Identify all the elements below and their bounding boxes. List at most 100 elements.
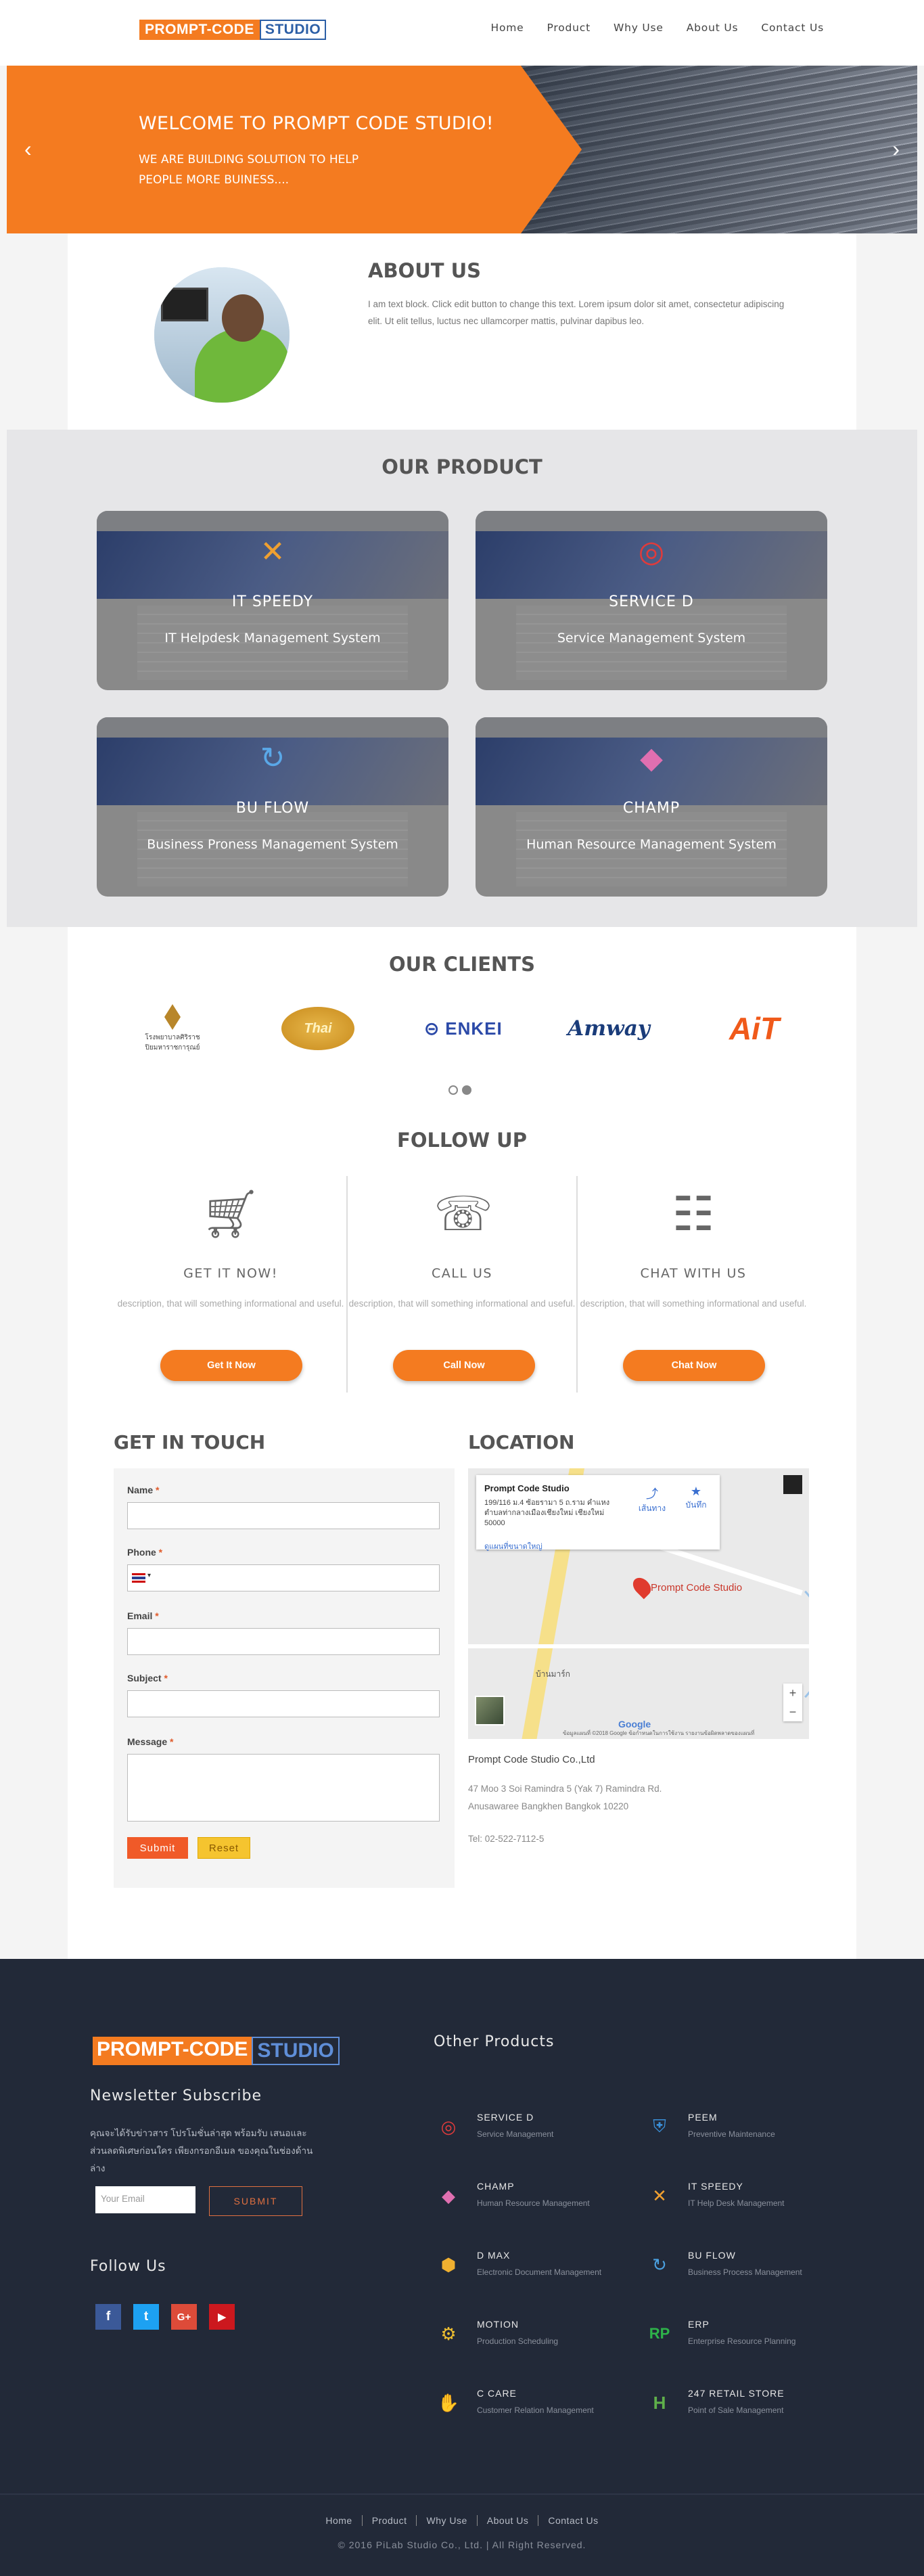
refresh-icon: ↻ <box>652 2254 667 2275</box>
footer-link-about-us[interactable]: About Us <box>478 2515 539 2526</box>
address-line-2: Anusawaree Bangkhen Bangkok 10220 <box>468 1801 629 1811</box>
other-product-bu-flow[interactable]: ↻ BU FLOW Business Process Management <box>645 2247 848 2288</box>
client-logo-enkei[interactable]: ⊝ ENKEI <box>413 1001 514 1056</box>
footer-menu: Home Product Why Use About Us Contact Us <box>0 2515 924 2526</box>
cubes-icon: ◆ <box>442 2185 455 2206</box>
client-logo-amway[interactable]: Amway <box>558 1001 660 1056</box>
refresh-icon: ↻ <box>260 741 285 775</box>
call-now-button[interactable]: Call Now <box>393 1350 535 1381</box>
chat-now-button[interactable]: Chat Now <box>623 1350 765 1381</box>
phone-label: Phone * <box>127 1547 163 1558</box>
zoom-control[interactable]: + − <box>783 1684 802 1721</box>
client-logo-hospital[interactable]: โรงพยาบาลศิริราช ปิยมหาราชการุณย์ <box>122 1001 223 1056</box>
email-field[interactable] <box>127 1628 440 1655</box>
clients-title: OUR CLIENTS <box>389 953 535 976</box>
gears-icon: ⚙ <box>440 2323 457 2344</box>
product-card-it-speedy[interactable]: ✕ IT SPEEDY IT Helpdesk Management Syste… <box>97 511 448 690</box>
footer-link-home[interactable]: Home <box>316 2515 363 2526</box>
product-card-champ[interactable]: ◆ CHAMP Human Resource Management System <box>476 717 827 897</box>
handshake-icon: ✋ <box>437 2392 460 2413</box>
larger-map-link[interactable]: ดูแผนที่ขนาดใหญ่ <box>484 1540 542 1552</box>
newsletter-submit-button[interactable]: SUBMIT <box>209 2186 302 2216</box>
submit-button[interactable]: Submit <box>127 1837 188 1859</box>
chevron-right-icon[interactable]: › <box>892 137 900 162</box>
nav-item-home[interactable]: Home <box>491 22 524 34</box>
nav-item-product[interactable]: Product <box>547 22 591 34</box>
nav-item-why-use[interactable]: Why Use <box>614 22 664 34</box>
rp-icon: RP <box>649 2325 670 2342</box>
about-title: ABOUT US <box>368 259 482 282</box>
other-product-erp[interactable]: RP ERP Enterprise Resource Planning <box>645 2316 848 2357</box>
product-card-service-d[interactable]: ◎ SERVICE D Service Management System <box>476 511 827 690</box>
other-product-c-care[interactable]: ✋ C CARE Customer Relation Management <box>434 2385 637 2426</box>
footer-link-contact-us[interactable]: Contact Us <box>538 2515 607 2526</box>
google-plus-icon[interactable]: G+ <box>171 2304 197 2330</box>
client-logo-gold[interactable]: Thai <box>267 1001 369 1056</box>
phone-field[interactable]: ▾ <box>127 1564 440 1591</box>
about-section: ABOUT US I am text block. Click edit but… <box>68 233 856 430</box>
other-product-it-speedy[interactable]: ✕ IT SPEEDY IT Help Desk Management <box>645 2178 848 2219</box>
hero-slider: WELCOME TO PROMPT CODE STUDIO! WE ARE BU… <box>7 66 917 233</box>
logo-part1: PROMPT-CODE <box>139 20 260 40</box>
other-product-peem[interactable]: ⛨ PEEM Preventive Maintenance <box>645 2109 848 2150</box>
address-line-1: 47 Moo 3 Soi Ramindra 5 (Yak 7) Ramindra… <box>468 1784 662 1794</box>
directions-button[interactable]: ⤴ เส้นทาง <box>635 1485 669 1515</box>
follow-chat-with-us: ☷ CHAT WITH US description, that will so… <box>578 1176 809 1393</box>
other-product-motion[interactable]: ⚙ MOTION Production Scheduling <box>434 2316 637 2357</box>
footer-link-why-use[interactable]: Why Use <box>417 2515 478 2526</box>
other-product-champ[interactable]: ◆ CHAMP Human Resource Management <box>434 2178 637 2219</box>
content-panel: OUR CLIENTS โรงพยาบาลศิริราช ปิยมหาราชกา… <box>68 927 856 1959</box>
location-title: LOCATION <box>468 1431 575 1453</box>
google-logo: Google <box>618 1719 651 1730</box>
logo[interactable]: PROMPT-CODE STUDIO <box>139 20 327 40</box>
subject-field[interactable] <box>127 1690 440 1717</box>
target-icon: ◎ <box>638 535 665 568</box>
contact-form: Name * Phone * ▾ Email * Subject * Messa… <box>114 1468 455 1888</box>
reset-button[interactable]: Reset <box>198 1837 250 1859</box>
newsletter-email-input[interactable]: Your Email <box>95 2186 195 2213</box>
hexagon-icon: ⬢ <box>440 2254 457 2275</box>
save-button[interactable]: ★ บันทึก <box>679 1485 713 1512</box>
client-logos: โรงพยาบาลศิริราช ปิยมหาราชการุณย์ Thai ⊝… <box>122 1001 805 1056</box>
other-product-247-retail-store[interactable]: H 247 RETAIL STORE Point of Sale Manageme… <box>645 2385 848 2426</box>
carousel-dot-1[interactable] <box>448 1085 458 1095</box>
client-logo-ait[interactable]: AiT <box>703 1001 805 1056</box>
google-map[interactable]: Prompt Code Studio 199/116 ม.4 ซ้อยรามา … <box>468 1468 809 1739</box>
subject-label: Subject * <box>127 1673 168 1684</box>
nav-item-about-us[interactable]: About Us <box>687 22 739 34</box>
follow-call-us: ☏ CALL US description, that will somethi… <box>346 1176 578 1393</box>
hero-subtitle: WE ARE BUILDING SOLUTION TO HELP PEOPLE M… <box>139 153 359 187</box>
thai-flag-icon[interactable] <box>132 1573 145 1583</box>
twitter-icon[interactable]: t <box>133 2304 159 2330</box>
top-nav: PROMPT-CODE STUDIO Home Product Why Use … <box>0 0 924 66</box>
follow-get-it-now: 🛒︎ GET IT NOW! description, that will so… <box>115 1176 346 1393</box>
footer: PROMPT-CODE STUDIO Newsletter Subscribe … <box>0 1959 924 2576</box>
follow-us-title: Follow Us <box>90 2258 166 2275</box>
chevron-left-icon[interactable]: ‹ <box>24 137 32 162</box>
hero-icon: H <box>653 2392 666 2413</box>
cubes-icon: ◆ <box>640 741 663 775</box>
phone-icon: ☏ <box>434 1188 493 1240</box>
main-menu: Home Product Why Use About Us Contact Us <box>491 22 824 34</box>
map-pin-label: Prompt Code Studio <box>651 1582 743 1594</box>
facebook-icon[interactable]: f <box>95 2304 121 2330</box>
name-field[interactable] <box>127 1502 440 1529</box>
chevron-down-icon[interactable]: ▾ <box>147 1572 151 1579</box>
logo-part2: STUDIO <box>259 20 327 40</box>
footer-logo[interactable]: PROMPT-CODE STUDIO <box>93 2037 340 2065</box>
product-card-bu-flow[interactable]: ↻ BU FLOW Business Proness Management Sy… <box>97 717 448 897</box>
map-info-card: Prompt Code Studio 199/116 ม.4 ซ้อยรามา … <box>476 1475 720 1552</box>
other-product-d-max[interactable]: ⬢ D MAX Electronic Document Management <box>434 2247 637 2288</box>
youtube-icon[interactable]: ▶ <box>209 2304 235 2330</box>
footer-link-product[interactable]: Product <box>363 2515 417 2526</box>
carousel-dot-2[interactable] <box>462 1085 471 1095</box>
newsletter-title: Newsletter Subscribe <box>90 2087 262 2104</box>
other-product-service-d[interactable]: ◎ SERVICE D Service Management <box>434 2109 637 2150</box>
satellite-toggle[interactable] <box>475 1696 505 1725</box>
copyright: © 2016 PiLab Studio Co., Ltd. | All Righ… <box>338 2539 586 2550</box>
nav-item-contact-us[interactable]: Contact Us <box>761 22 824 34</box>
message-field[interactable] <box>127 1754 440 1822</box>
fullscreen-icon[interactable] <box>783 1475 802 1494</box>
get-it-now-button[interactable]: Get It Now <box>160 1350 302 1381</box>
email-label: Email * <box>127 1610 159 1621</box>
